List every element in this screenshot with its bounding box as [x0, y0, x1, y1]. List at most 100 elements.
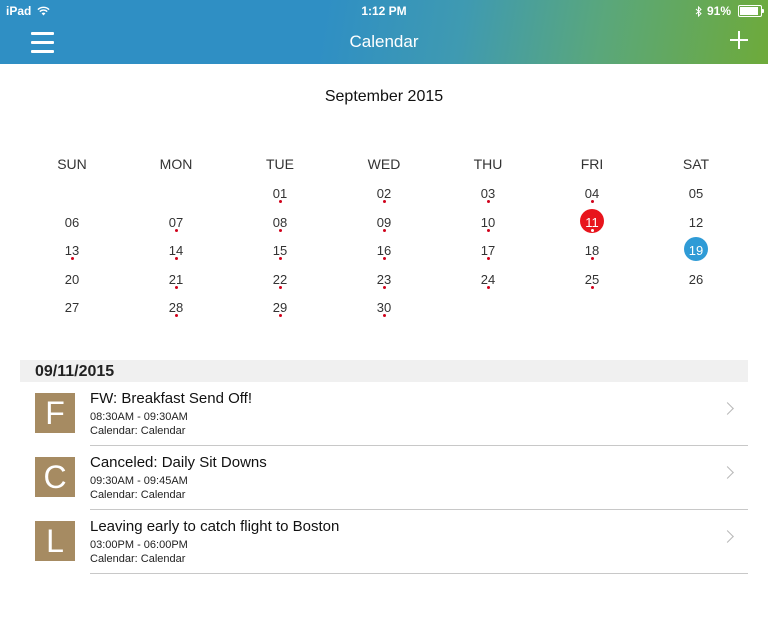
- event-title: Canceled: Daily Sit Downs: [90, 454, 267, 471]
- day-cell-03[interactable]: 03: [436, 180, 540, 209]
- event-indicator-dot: [591, 228, 594, 232]
- day-number: 16: [376, 243, 392, 258]
- chevron-right-icon: [721, 466, 734, 479]
- day-cell-24[interactable]: 24: [436, 266, 540, 295]
- weekday-tue: TUE: [266, 156, 294, 172]
- day-number: 10: [480, 214, 496, 230]
- event-row[interactable]: F FW: Breakfast Send Off! 08:30AM - 09:30A…: [35, 382, 748, 446]
- day-cell-22[interactable]: 22: [228, 266, 332, 295]
- day-cell-28[interactable]: 28: [124, 294, 228, 323]
- event-row[interactable]: C Canceled: Daily Sit Downs 09:30AM - 09:4…: [35, 446, 748, 510]
- event-title: FW: Breakfast Send Off!: [90, 390, 253, 407]
- day-cell-29[interactable]: 29: [228, 294, 332, 323]
- day-number: 06: [64, 214, 80, 230]
- day-cell-04[interactable]: 04: [540, 180, 644, 209]
- day-number: 04: [584, 186, 600, 201]
- day-number: 23: [376, 271, 392, 287]
- day-number: 14: [168, 243, 184, 258]
- empty-day-cell: [20, 180, 124, 209]
- day-number: 12: [688, 214, 704, 230]
- day-number: 27: [64, 300, 80, 315]
- calendar-grid: 01 02 03 04 05 06 07 08 09 10 11 12 13 14 15 16 17 18 19 20…: [20, 180, 748, 323]
- day-cell-27[interactable]: 27: [20, 294, 124, 323]
- day-number: 25: [584, 271, 600, 287]
- event-row[interactable]: L Leaving early to catch flight to Boston…: [35, 510, 748, 574]
- day-number: 08: [272, 214, 288, 230]
- day-number: 20: [64, 271, 80, 287]
- day-cell-11[interactable]: 11: [540, 208, 644, 238]
- day-number: 24: [480, 271, 496, 287]
- event-indicator-dot: [383, 314, 386, 317]
- day-cell-15[interactable]: 15: [228, 237, 332, 266]
- day-cell-14[interactable]: 14: [124, 237, 228, 266]
- empty-day-cell: [540, 294, 644, 323]
- day-cell-20[interactable]: 20: [20, 266, 124, 295]
- event-calendar: Calendar: Calendar: [90, 425, 186, 437]
- day-number: 09: [376, 214, 392, 230]
- event-indicator-dot: [279, 257, 282, 260]
- day-cell-01[interactable]: 01: [228, 180, 332, 209]
- event-indicator-dot: [71, 257, 74, 260]
- day-number: 29: [272, 300, 288, 315]
- event-time: 08:30AM - 09:30AM: [90, 411, 188, 423]
- day-cell-30[interactable]: 30: [332, 294, 436, 323]
- weekday-mon: MON: [159, 156, 193, 172]
- page-title: Calendar: [349, 32, 419, 51]
- event-title: Leaving early to catch flight to Boston: [90, 518, 340, 535]
- chevron-right-icon: [721, 402, 734, 415]
- day-cell-06[interactable]: 06: [20, 209, 124, 238]
- battery-icon: [738, 5, 764, 17]
- empty-day-cell: [124, 180, 228, 209]
- event-indicator-dot: [383, 200, 386, 203]
- event-indicator-dot: [383, 257, 386, 260]
- day-number: 19: [688, 243, 704, 258]
- empty-day-cell: [436, 294, 540, 323]
- day-number: 02: [376, 186, 392, 201]
- day-cell-09[interactable]: 09: [332, 209, 436, 238]
- weekday-fri: FRI: [580, 156, 604, 172]
- event-indicator-dot: [279, 285, 282, 289]
- day-number: 17: [480, 243, 496, 258]
- day-number: 05: [688, 186, 704, 201]
- day-cell-08[interactable]: 08: [228, 209, 332, 238]
- day-cell-16[interactable]: 16: [332, 237, 436, 266]
- day-number: 03: [480, 186, 496, 201]
- event-indicator-dot: [487, 257, 490, 260]
- day-number: 15: [272, 243, 288, 258]
- day-cell-21[interactable]: 21: [124, 266, 228, 295]
- day-number: 13: [64, 243, 80, 258]
- agenda-date-header: 09/11/2015: [20, 360, 748, 382]
- event-indicator-dot: [175, 285, 178, 289]
- bluetooth-icon: [695, 5, 702, 17]
- event-indicator-dot: [279, 228, 282, 232]
- day-cell-19[interactable]: 19: [644, 237, 748, 266]
- day-cell-17[interactable]: 17: [436, 237, 540, 266]
- event-time: 03:00PM - 06:00PM: [90, 539, 188, 551]
- month-title: September 2015: [324, 88, 444, 105]
- event-avatar: F: [35, 393, 75, 433]
- weekday-wed: WED: [367, 156, 401, 172]
- day-cell-02[interactable]: 02: [332, 180, 436, 209]
- event-indicator-dot: [591, 285, 594, 289]
- status-bar: iPad 1:12 PM 91%: [0, 0, 768, 22]
- day-cell-18[interactable]: 18: [540, 237, 644, 266]
- day-cell-26[interactable]: 26: [644, 266, 748, 295]
- event-avatar: L: [35, 521, 75, 561]
- day-cell-23[interactable]: 23: [332, 266, 436, 295]
- day-cell-10[interactable]: 10: [436, 209, 540, 238]
- battery-percent: 91%: [706, 4, 731, 18]
- event-indicator-dot: [591, 257, 594, 260]
- divider: [90, 573, 748, 574]
- day-cell-07[interactable]: 07: [124, 209, 228, 238]
- event-time: 09:30AM - 09:45AM: [90, 475, 188, 487]
- day-cell-05[interactable]: 05: [644, 180, 748, 209]
- chevron-right-icon: [721, 530, 734, 543]
- day-cell-25[interactable]: 25: [540, 266, 644, 295]
- event-indicator-dot: [487, 285, 490, 289]
- weekday-sat: SAT: [682, 156, 710, 172]
- day-number: 28: [168, 300, 184, 315]
- day-cell-13[interactable]: 13: [20, 237, 124, 266]
- day-cell-12[interactable]: 12: [644, 209, 748, 238]
- plus-icon[interactable]: [730, 31, 748, 49]
- event-indicator-dot: [591, 200, 594, 203]
